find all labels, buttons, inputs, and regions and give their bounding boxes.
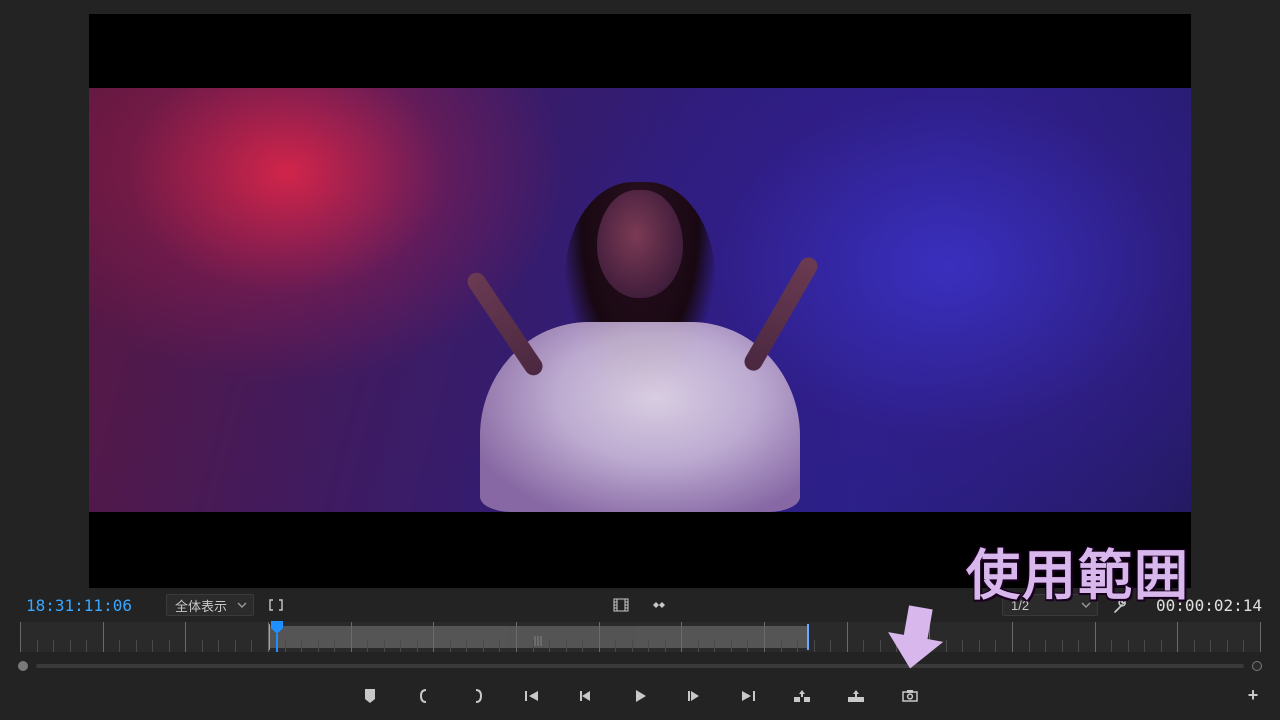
add-button[interactable]: + [1242,684,1264,706]
playback-resolution-value: 1/2 [1011,598,1029,613]
in-out-range[interactable] [268,626,807,648]
diamond-play-icon[interactable] [647,594,671,616]
film-icon[interactable] [609,594,633,616]
zoom-in-handle[interactable] [1252,661,1262,671]
monitor-control-row: 18:31:11:06 全体表示 1/2 00:00:02:14 [0,588,1280,622]
source-timecode[interactable]: 18:31:11:06 [26,596,156,615]
playback-resolution-select[interactable]: 1/2 [1002,594,1098,616]
zoom-fit-select[interactable]: 全体表示 [166,594,254,616]
insert-icon[interactable] [789,684,815,708]
zoom-fit-value: 全体表示 [175,596,227,615]
export-frame-icon[interactable] [897,684,923,708]
transport-controls: + [0,680,1280,712]
zoom-out-handle[interactable] [18,661,28,671]
overwrite-icon[interactable] [843,684,869,708]
zoom-track[interactable] [36,664,1244,668]
goto-in-icon[interactable] [519,684,545,708]
step-forward-icon[interactable] [681,684,707,708]
timeline-ruler[interactable] [20,622,1260,652]
goto-out-icon[interactable] [735,684,761,708]
mark-out-icon[interactable] [465,684,491,708]
zoom-slider-row [18,652,1262,680]
mark-in-icon[interactable] [411,684,437,708]
chevron-down-icon [1081,600,1091,610]
video-preview[interactable] [89,14,1191,588]
playhead[interactable] [270,620,284,652]
video-still [89,88,1191,512]
marker-icon[interactable] [357,684,383,708]
duration-timecode[interactable]: 00:00:02:14 [1142,596,1262,615]
wrench-icon[interactable] [1108,594,1132,616]
source-monitor-panel: 使用範囲 18:31:11:06 全体表示 1/2 [0,0,1280,720]
step-back-icon[interactable] [573,684,599,708]
play-icon[interactable] [627,684,653,708]
out-point-marker[interactable] [807,624,809,650]
bracket-icon[interactable] [264,594,288,616]
chevron-down-icon [237,600,247,610]
video-area [0,0,1280,588]
